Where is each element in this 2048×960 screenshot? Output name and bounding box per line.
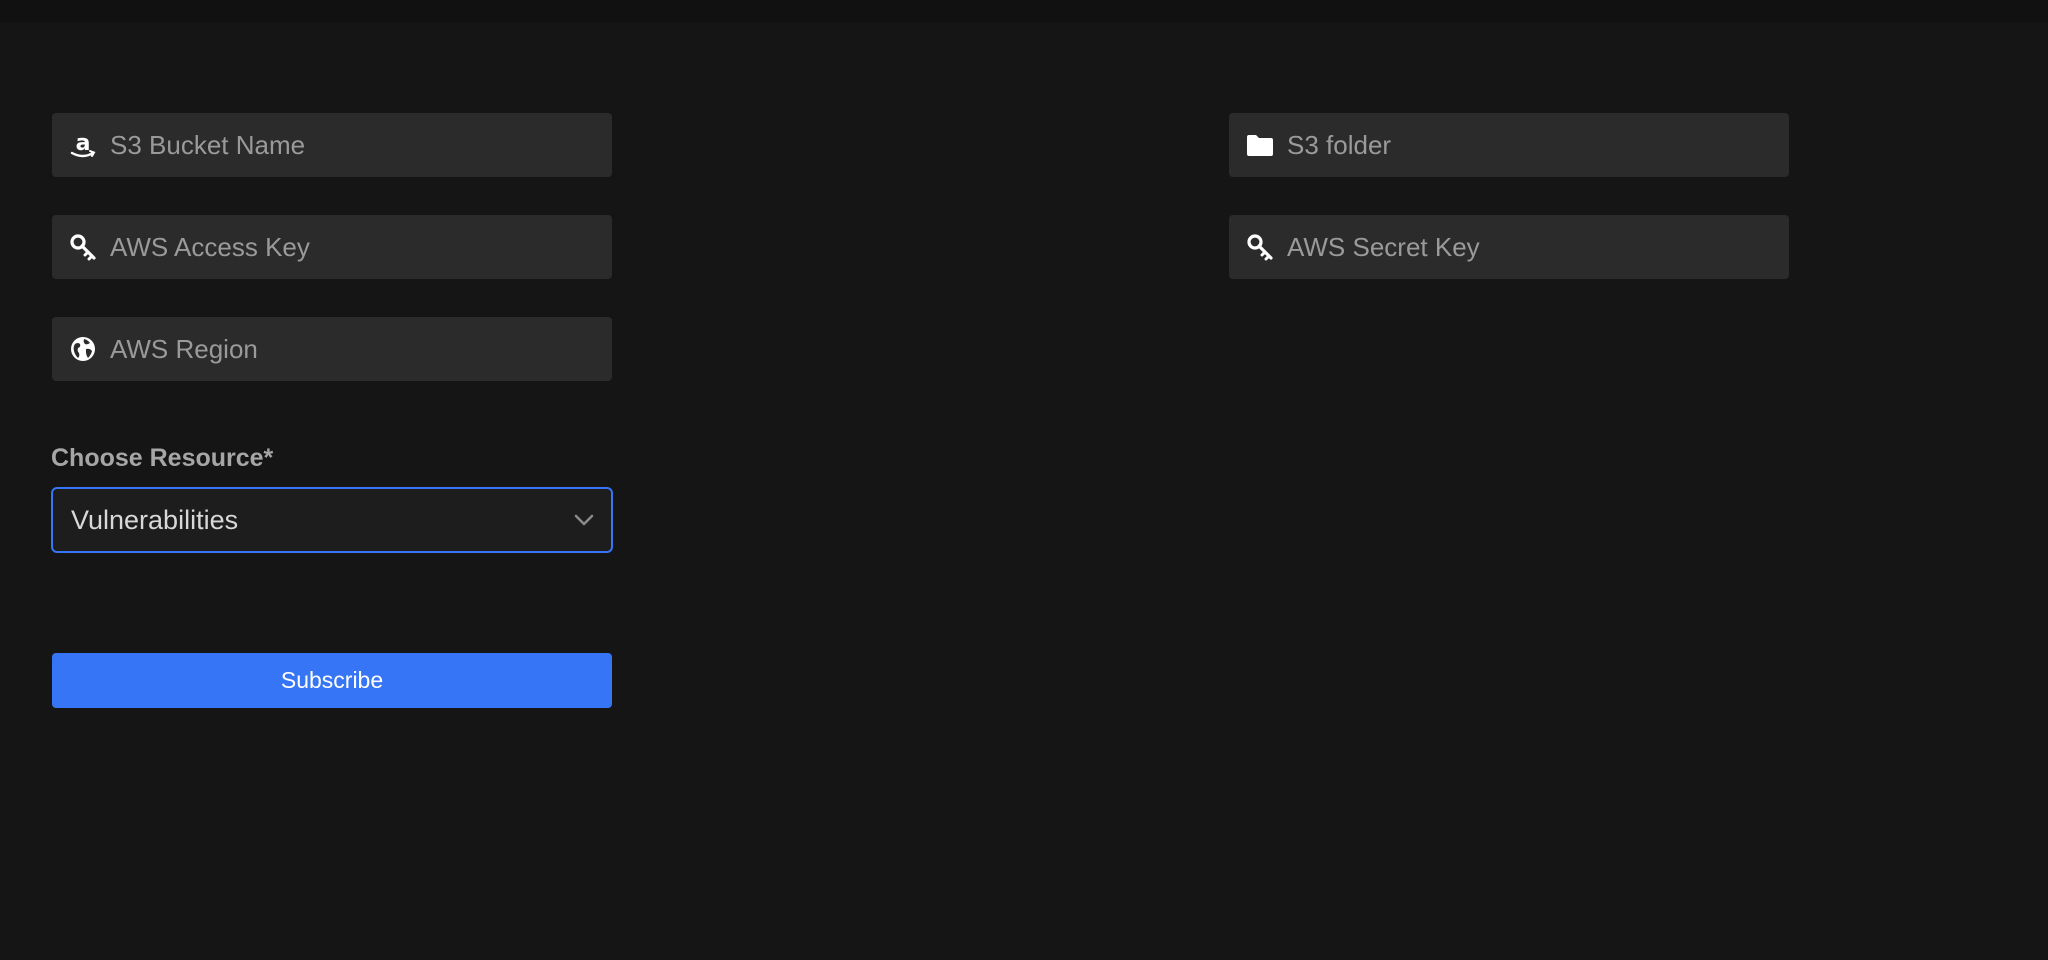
- svg-text:a: a: [76, 131, 91, 156]
- chevron-down-icon: [571, 507, 597, 533]
- aws-region-field[interactable]: [52, 317, 612, 381]
- key-icon: [68, 232, 98, 262]
- key-icon: [1245, 232, 1275, 262]
- s3-folder-field[interactable]: [1229, 113, 1789, 177]
- globe-icon: [68, 334, 98, 364]
- s3-bucket-name-field[interactable]: a: [52, 113, 612, 177]
- aws-access-key-field[interactable]: [52, 215, 612, 279]
- top-bar: [0, 0, 2048, 22]
- subscribe-button[interactable]: Subscribe: [52, 653, 612, 708]
- folder-icon: [1245, 130, 1275, 160]
- choose-resource-label: Choose Resource*: [51, 444, 274, 472]
- s3-folder-input[interactable]: [1287, 113, 1777, 177]
- aws-secret-key-input[interactable]: [1287, 215, 1777, 279]
- s3-bucket-name-input[interactable]: [110, 113, 600, 177]
- resource-select[interactable]: Vulnerabilities: [51, 487, 613, 553]
- aws-secret-key-field[interactable]: [1229, 215, 1789, 279]
- amazon-icon: a: [68, 130, 98, 160]
- aws-region-input[interactable]: [110, 317, 600, 381]
- resource-select-value: Vulnerabilities: [71, 504, 239, 535]
- aws-access-key-input[interactable]: [110, 215, 600, 279]
